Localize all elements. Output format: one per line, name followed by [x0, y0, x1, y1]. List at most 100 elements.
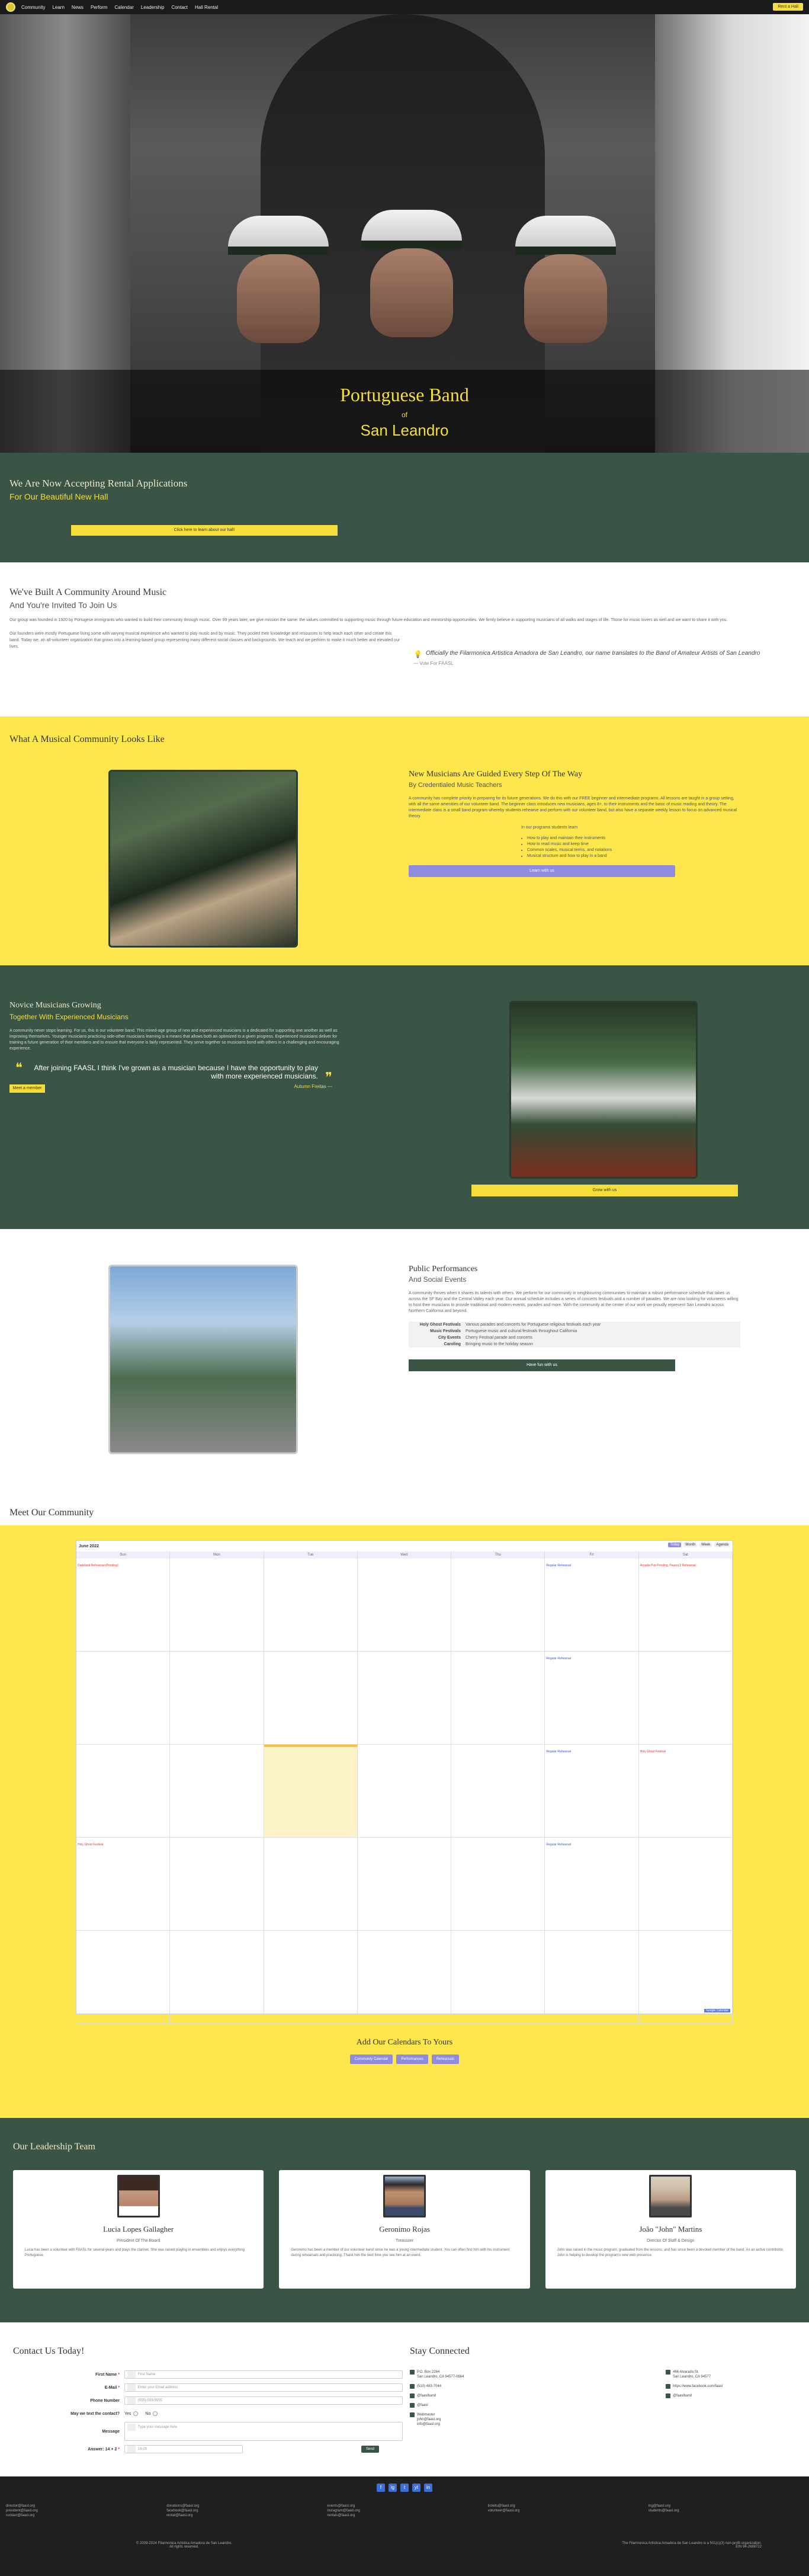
calendar-day-cell[interactable]: [357, 1931, 452, 2024]
rent-hall-button[interactable]: Rent a Hall: [773, 3, 803, 11]
calendar-event[interactable]: Holy Ghost Festival: [76, 1843, 169, 1847]
calendar-day-cell[interactable]: [264, 1559, 358, 1652]
footer-link[interactable]: rental@faasl.org: [166, 2513, 321, 2518]
community-calendar-button[interactable]: Community Calendar: [349, 2055, 393, 2064]
footer-link[interactable]: rentals@faasl.org: [327, 2513, 481, 2518]
weekday-label: Mon: [170, 1551, 264, 1559]
calendar-day-cell[interactable]: [451, 1838, 545, 1931]
calendar-day-cell[interactable]: Arcadia Pub Pending, Paseo(J) Rehearsal: [638, 1559, 733, 1652]
calendar-day-cell[interactable]: [264, 1931, 358, 2024]
nav-perform[interactable]: Perform: [91, 5, 107, 10]
calendar-day-cell[interactable]: [170, 1931, 264, 2024]
calendar-event[interactable]: Regular Rehearsal: [545, 1843, 638, 1847]
calendar-day-cell[interactable]: [545, 1931, 639, 2024]
calendar-day-cell[interactable]: [357, 1652, 452, 1745]
calendar-day-cell[interactable]: [170, 1559, 264, 1652]
calendar-day-cell[interactable]: [357, 1745, 452, 1838]
nav-hall-rental[interactable]: Hall Rental: [195, 5, 218, 10]
calendar-day-cell[interactable]: [638, 1838, 733, 1931]
footer-link[interactable]: ing@faasl.org: [649, 2504, 803, 2508]
twitter-link[interactable]: @faaslband: [666, 2393, 789, 2398]
have-fun-button[interactable]: Have fun with us: [409, 1359, 675, 1371]
calendar-day-cell[interactable]: [451, 1652, 545, 1745]
calendar-day-cell[interactable]: Dadeland Rehearsal (Pending): [76, 1559, 171, 1652]
linkedin-icon[interactable]: in: [424, 2484, 432, 2492]
instagram-icon[interactable]: ig: [389, 2484, 397, 2492]
first-name-placeholder: First Name: [138, 2373, 156, 2376]
instagram-link[interactable]: @faaslband: [410, 2393, 533, 2398]
send-button[interactable]: Send: [361, 2446, 380, 2453]
calendar-day-cell[interactable]: [170, 1745, 264, 1838]
calendar-event[interactable]: Dadeland Rehearsal (Pending): [76, 1564, 169, 1567]
calendar-day-cell[interactable]: [170, 1652, 264, 1745]
calendar-day-cell[interactable]: [357, 1559, 452, 1652]
performances-calendar-button[interactable]: Performances: [396, 2055, 428, 2064]
nav-news[interactable]: News: [72, 5, 84, 10]
calendar-day-cell[interactable]: [451, 1931, 545, 2024]
message-field[interactable]: Type your message here: [124, 2422, 403, 2441]
logo-icon[interactable]: [6, 2, 15, 12]
google-calendar-badge[interactable]: Google Calendar: [704, 2009, 730, 2012]
calendar-day-cell[interactable]: [76, 1652, 171, 1745]
footer-link[interactable]: director@faasl.org: [6, 2504, 160, 2508]
quote-open-icon: ❝: [15, 1060, 23, 1075]
nav-community[interactable]: Community: [21, 5, 45, 10]
footer-link[interactable]: facebook@faasl.org: [166, 2508, 321, 2513]
footer-link[interactable]: instagram@faasl.org: [327, 2508, 481, 2513]
nav-calendar[interactable]: Calendar: [114, 5, 133, 10]
rental-learn-button[interactable]: Click here to learn about our hall!: [71, 525, 338, 536]
twitter-icon[interactable]: t: [400, 2484, 409, 2492]
grow-with-us-button[interactable]: Grow with us: [471, 1185, 738, 1196]
calendar-day-cell[interactable]: Regular Rehearsal: [545, 1838, 639, 1931]
calendar-day-cell[interactable]: [76, 1931, 171, 2024]
email-field[interactable]: Enter your Email address: [124, 2383, 403, 2392]
footer-link[interactable]: volunteer@faasl.org: [488, 2508, 643, 2513]
calendar-day-cell[interactable]: [264, 1652, 358, 1745]
calendar-event[interactable]: Arcadia Pub Pending, Paseo(J) Rehearsal: [639, 1564, 732, 1567]
yes-radio[interactable]: [133, 2411, 139, 2416]
calendar-day-cell[interactable]: Holy Ghost Festival: [76, 1838, 171, 1931]
learn-with-us-button[interactable]: Learn with us: [409, 865, 675, 877]
answer-field[interactable]: 16-20: [124, 2445, 243, 2453]
footer-link[interactable]: contact@faasl.org: [6, 2513, 160, 2518]
calendar-day-cell[interactable]: [264, 1838, 358, 1931]
calendar-day-cell[interactable]: [76, 1745, 171, 1838]
phone-field[interactable]: (555) 555-5555: [124, 2396, 403, 2405]
calendar-day-cell[interactable]: Regular Rehearsal: [545, 1559, 639, 1652]
youtube-icon[interactable]: yt: [412, 2484, 420, 2492]
calendar-day-cell[interactable]: [264, 1745, 358, 1838]
footer-link[interactable]: events@faasl.org: [327, 2504, 481, 2508]
calendar-event[interactable]: Regular Rehearsal: [545, 1657, 638, 1660]
nav-leadership[interactable]: Leadership: [141, 5, 165, 10]
calendar-day-cell[interactable]: [638, 1652, 733, 1745]
calendar-day-cell[interactable]: Regular Rehearsal: [545, 1745, 639, 1838]
first-name-field[interactable]: First Name: [124, 2370, 403, 2379]
footer-link[interactable]: president@faasl.org: [6, 2508, 160, 2513]
no-radio[interactable]: [153, 2411, 158, 2416]
calendar-event[interactable]: Regular Rehearsal: [545, 1750, 638, 1753]
calendar-event[interactable]: Holy Ghost Festival: [639, 1750, 732, 1753]
webmaster[interactable]: Webmaster john@faasl.org info@faasl.org: [410, 2412, 533, 2427]
phone[interactable]: (510) 483-7044: [410, 2384, 533, 2389]
calendar-week-button[interactable]: Week: [699, 1543, 712, 1547]
rehearsals-calendar-button[interactable]: Rehearsals: [431, 2055, 460, 2064]
nav-contact[interactable]: Contact: [171, 5, 188, 10]
calendar-day-cell[interactable]: Holy Ghost Festival: [638, 1745, 733, 1838]
calendar-day-cell[interactable]: [357, 1838, 452, 1931]
calendar-today-button[interactable]: Today: [668, 1543, 682, 1547]
footer-link[interactable]: donations@faasl.org: [166, 2504, 321, 2508]
calendar-day-cell[interactable]: [451, 1745, 545, 1838]
calendar-month-button[interactable]: Month: [683, 1543, 698, 1547]
facebook-icon[interactable]: f: [377, 2484, 385, 2492]
footer-link[interactable]: students@faasl.org: [649, 2508, 803, 2513]
calendar-event[interactable]: Regular Rehearsal: [545, 1564, 638, 1567]
calendar-day-cell[interactable]: [170, 1838, 264, 1931]
calendar-day-cell[interactable]: [451, 1559, 545, 1652]
footer-link[interactable]: tickets@faasl.org: [488, 2504, 643, 2508]
youtube-link[interactable]: @faasl: [410, 2403, 533, 2408]
musician-face: [237, 254, 320, 343]
nav-learn[interactable]: Learn: [52, 5, 64, 10]
calendar-agenda-button[interactable]: Agenda: [714, 1543, 730, 1547]
facebook-link[interactable]: https://www.facebook.com/faasl: [666, 2384, 789, 2389]
calendar-day-cell[interactable]: Regular Rehearsal: [545, 1652, 639, 1745]
